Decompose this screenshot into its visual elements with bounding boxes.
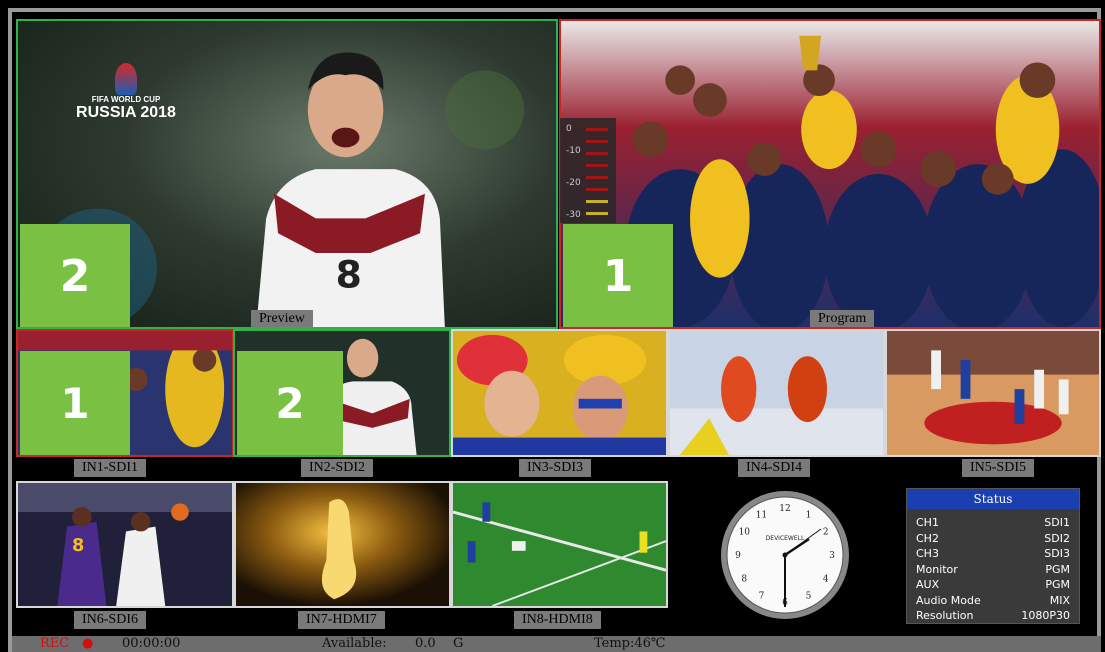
status-value: SDI1 xyxy=(1044,516,1070,529)
input-tile-6[interactable]: 8 xyxy=(16,481,234,608)
input-tile-7[interactable] xyxy=(234,481,451,608)
clock-numeral: 11 xyxy=(756,510,767,520)
status-key: Monitor xyxy=(916,562,958,576)
status-row: Resolution 1080P30 xyxy=(907,608,1079,624)
input-2-badge: 2 xyxy=(237,351,343,455)
vu-bar xyxy=(586,140,608,143)
available-unit: G xyxy=(453,636,464,651)
input-6-image: 8 xyxy=(18,483,232,606)
logo-line2: RUSSIA 2018 xyxy=(76,104,176,121)
vu-bar xyxy=(586,176,608,179)
logo-line1: FIFA WORLD CUP xyxy=(91,95,161,104)
input-3-label: IN3-SDI3 xyxy=(519,459,591,477)
status-row: AUX PGM xyxy=(907,577,1079,593)
status-row: CH3 SDI3 xyxy=(907,546,1079,562)
audio-level-meter: 0 -10 -20 -30 xyxy=(560,118,616,223)
input-tile-2[interactable]: 2 xyxy=(233,329,451,457)
status-value: SDI2 xyxy=(1044,531,1070,545)
status-row: Audio Mode MIX xyxy=(907,593,1079,609)
input-2-label: IN2-SDI2 xyxy=(301,459,373,477)
status-key: Audio Mode xyxy=(916,593,981,607)
vu-bar xyxy=(586,188,608,191)
clock-numeral: 8 xyxy=(741,575,747,585)
clock-numeral: 4 xyxy=(823,575,829,585)
input-1-badge: 1 xyxy=(20,351,130,455)
input-7-label: IN7-HDMI7 xyxy=(298,611,385,629)
clock-numeral: 1 xyxy=(806,510,812,520)
status-key: CH1 xyxy=(916,516,939,529)
program-source-badge: 1 xyxy=(563,224,673,327)
status-value: SDI3 xyxy=(1044,547,1070,560)
vu-tick-30: -30 xyxy=(566,210,581,220)
status-row: Monitor PGM xyxy=(907,562,1079,578)
clock-brand: DEVICEWELL xyxy=(766,535,805,542)
clock-numeral: 10 xyxy=(739,528,751,538)
status-value: MIX xyxy=(1049,593,1070,607)
analog-clock: 121234567891011 DEVICEWELL xyxy=(719,489,851,621)
status-key: Resolution xyxy=(916,609,974,622)
clock-numeral: 7 xyxy=(759,592,765,602)
vu-bar xyxy=(586,164,608,167)
world-cup-logo: FIFA WORLD CUP RUSSIA 2018 xyxy=(66,63,186,122)
input-tile-8[interactable] xyxy=(451,481,668,608)
input-4-label: IN4-SDI4 xyxy=(738,459,810,477)
status-key: CH3 xyxy=(916,547,939,560)
clock-numeral: 12 xyxy=(779,504,790,514)
record-timecode: 00:00:00 xyxy=(122,636,181,651)
svg-text:8: 8 xyxy=(336,253,362,297)
input-8-label: IN8-HDMI8 xyxy=(514,611,601,629)
input-tile-1[interactable]: 1 xyxy=(16,329,234,457)
status-value: PGM xyxy=(1045,578,1070,591)
vu-tick-0: 0 xyxy=(566,124,572,134)
vu-bar xyxy=(586,152,608,155)
status-value: 1080P30 xyxy=(1021,609,1070,622)
vu-tick-10: -10 xyxy=(566,146,581,156)
preview-label: Preview xyxy=(251,310,313,327)
rec-label: REC xyxy=(40,636,70,651)
status-panel: Status CH1 SDI1 CH2 SDI2 CH3 SDI3 Monitor PG… xyxy=(906,488,1080,624)
bottom-status-bar: REC ● 00:00:00 Available: 0.0 G Temp:46℃ xyxy=(12,636,1101,652)
input-5-image xyxy=(887,331,1099,455)
input-3-image xyxy=(453,331,666,455)
clock-numeral: 2 xyxy=(823,528,829,538)
trophy-icon xyxy=(115,63,137,95)
available-label: Available: xyxy=(322,636,387,651)
preview-source-badge: 2 xyxy=(20,224,130,327)
status-title: Status xyxy=(907,489,1079,509)
input-7-image xyxy=(236,483,449,606)
input-1-label: IN1-SDI1 xyxy=(74,459,146,477)
temperature: Temp:46℃ xyxy=(594,636,666,651)
status-key: AUX xyxy=(916,578,940,591)
vu-bar xyxy=(586,128,608,131)
input-8-image xyxy=(453,483,666,606)
status-row: CH1 SDI1 xyxy=(907,515,1079,531)
preview-monitor[interactable]: 8 FIFA WORLD CUP RUSSIA 2018 2 Preview xyxy=(16,19,558,329)
status-value: PGM xyxy=(1045,562,1070,576)
input-tile-3[interactable] xyxy=(451,329,668,457)
program-monitor[interactable]: 1 Program xyxy=(559,19,1101,329)
available-value: 0.0 xyxy=(415,636,436,651)
vu-bar xyxy=(586,212,608,215)
program-label: Program xyxy=(810,310,875,327)
status-key: CH2 xyxy=(916,531,939,545)
clock-numeral: 3 xyxy=(829,551,835,561)
clock-numeral: 5 xyxy=(806,592,812,602)
input-6-label: IN6-SDI6 xyxy=(74,611,146,629)
input-tile-5[interactable] xyxy=(885,329,1101,457)
clock-numeral: 9 xyxy=(735,551,741,561)
vu-bar xyxy=(586,200,608,203)
rec-dot-icon: ● xyxy=(82,636,94,651)
status-row: CH2 SDI2 xyxy=(907,531,1079,547)
input-5-label: IN5-SDI5 xyxy=(962,459,1034,477)
input-tile-4[interactable] xyxy=(668,329,885,457)
svg-text:8: 8 xyxy=(72,536,84,556)
vu-tick-20: -20 xyxy=(566,178,581,188)
input-4-image xyxy=(670,331,883,455)
